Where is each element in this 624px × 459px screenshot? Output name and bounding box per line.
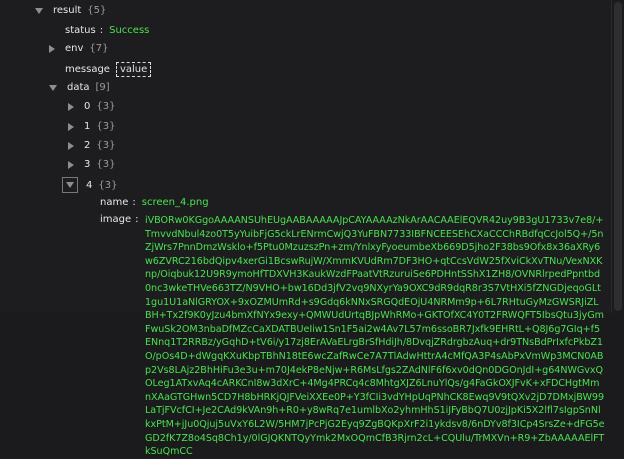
- caret-down-icon[interactable]: [66, 182, 74, 188]
- tree-node-name: name : screen_4.png: [100, 197, 209, 208]
- node-key: env: [65, 43, 84, 54]
- node-key: 4: [86, 179, 93, 191]
- node-value: Success: [109, 25, 150, 36]
- caret-right-icon[interactable]: [68, 160, 74, 169]
- node-key: result: [53, 5, 82, 16]
- image-base64-value: iVBORw0KGgoAAAANSUhEUgAABAAAAAJpCAYAAAAz…: [145, 215, 605, 458]
- caret-down-icon[interactable]: [49, 84, 57, 91]
- node-count: [9]: [95, 82, 110, 93]
- node-value: screen_4.png: [141, 197, 209, 208]
- expand-toggle[interactable]: [62, 177, 78, 193]
- node-count: {3}: [96, 121, 116, 132]
- node-key: 0: [84, 101, 91, 112]
- caret-right-icon[interactable]: [68, 141, 74, 150]
- scrollbar-thumb[interactable]: [614, 2, 622, 311]
- caret-down-icon[interactable]: [35, 7, 43, 14]
- caret-right-icon[interactable]: [49, 44, 55, 53]
- tree-node-data[interactable]: data [9]: [49, 82, 110, 93]
- node-count: {3}: [96, 101, 116, 112]
- node-count: {3}: [96, 140, 116, 151]
- tree-node-result[interactable]: result {5}: [35, 5, 106, 16]
- node-key: name: [100, 197, 129, 208]
- tree-node-image: image :: [100, 214, 139, 225]
- node-count: {3}: [96, 159, 116, 170]
- tree-node-data-0[interactable]: 0 {3}: [68, 101, 115, 112]
- tree-node-status: status : Success: [65, 25, 150, 36]
- tree-node-message: message value: [65, 62, 152, 77]
- tree-node-data-4[interactable]: 4 {3}: [62, 177, 118, 193]
- tree-node-data-3[interactable]: 3 {3}: [68, 159, 115, 170]
- node-count: {5}: [87, 5, 107, 16]
- caret-right-icon[interactable]: [68, 102, 74, 111]
- tree-node-data-2[interactable]: 2 {3}: [68, 140, 115, 151]
- node-key: status: [65, 25, 96, 36]
- message-value-box[interactable]: value: [115, 62, 152, 77]
- node-count: {3}: [98, 179, 118, 191]
- node-key: 2: [84, 140, 91, 151]
- caret-right-icon[interactable]: [68, 122, 74, 131]
- tree-node-data-1[interactable]: 1 {3}: [68, 121, 115, 132]
- node-key: 1: [84, 121, 91, 132]
- vertical-scrollbar[interactable]: [611, 0, 624, 313]
- node-key: data: [67, 82, 90, 93]
- node-key: image: [100, 214, 132, 225]
- node-key: 3: [84, 159, 91, 170]
- node-count: {7}: [89, 43, 109, 54]
- node-key: message: [65, 64, 110, 75]
- json-tree-panel: result {5} status : Success env {7} mess…: [0, 0, 612, 457]
- tree-node-env[interactable]: env {7}: [49, 43, 109, 54]
